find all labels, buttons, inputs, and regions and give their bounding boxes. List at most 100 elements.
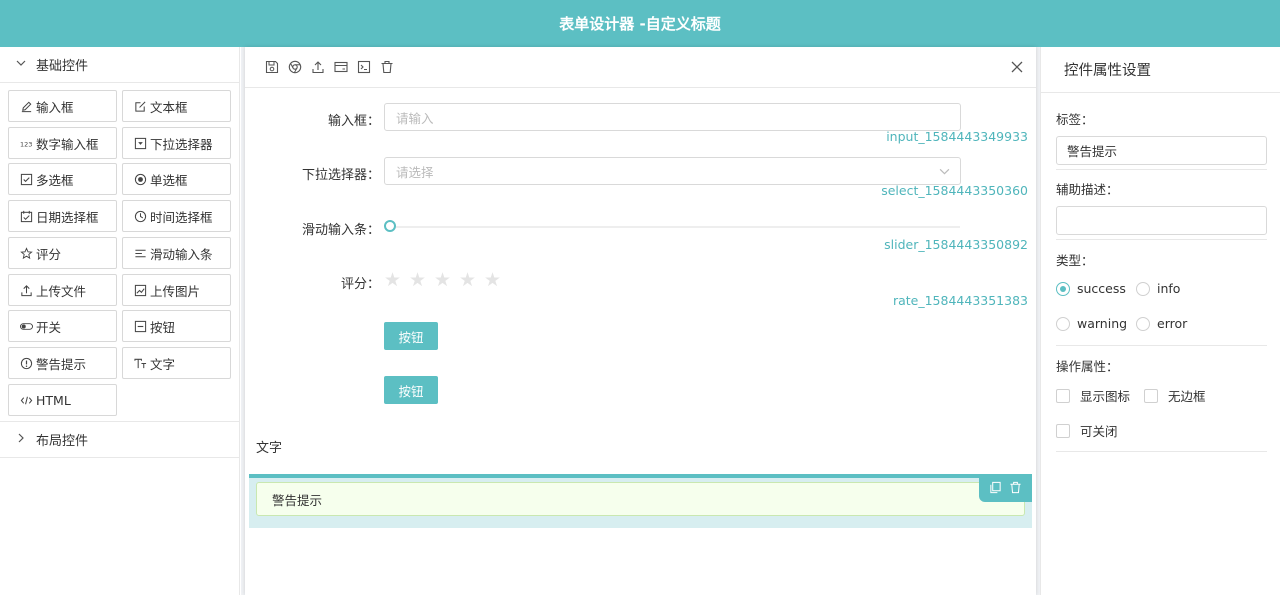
edit-icon <box>19 99 33 113</box>
input-label: 输入框： <box>327 114 380 129</box>
control-button[interactable]: 按钮 <box>122 310 231 342</box>
delete-icon[interactable] <box>1009 481 1022 498</box>
radio[interactable] <box>1136 281 1150 296</box>
radio-checked[interactable] <box>1056 281 1070 296</box>
canvas-toolbar <box>245 47 1036 88</box>
prop-ops-title: 操作属性： <box>1056 359 1119 374</box>
slider-track[interactable] <box>390 226 960 228</box>
prop-desc-title: 辅助描述： <box>1056 182 1119 197</box>
control-textarea[interactable]: 文本框 <box>122 90 231 122</box>
rate-stars[interactable]: ★ ★ ★ ★ ★ <box>384 271 509 290</box>
control-upload-image[interactable]: 上传图片 <box>122 274 231 306</box>
form-text: 文字 <box>256 441 283 456</box>
selected-alert-wrapper[interactable]: 警告提示 <box>249 474 1032 528</box>
code-icon <box>19 393 33 407</box>
checkbox-icon <box>19 172 33 186</box>
control-checkbox[interactable]: 多选框 <box>8 163 117 195</box>
form-button-1[interactable]: 按钮 <box>384 322 438 350</box>
checkbox[interactable] <box>1056 423 1070 438</box>
control-time[interactable]: 时间选择框 <box>122 200 231 232</box>
layout-controls-title: 布局控件 <box>36 434 89 449</box>
ops-check-row-1: 显示图标 无边框 <box>1056 386 1206 405</box>
op-closable[interactable]: 可关闭 <box>1056 421 1118 440</box>
upload-icon <box>19 283 33 297</box>
control-html[interactable]: HTML <box>8 384 117 416</box>
checkbox-label: 可关闭 <box>1080 424 1118 439</box>
credit-card-icon[interactable] <box>334 59 357 75</box>
chrome-icon[interactable] <box>288 59 311 75</box>
type-option-success[interactable]: success <box>1056 281 1136 296</box>
star-icon[interactable]: ★ <box>484 271 509 290</box>
basic-controls-title: 基础控件 <box>36 59 89 74</box>
checkbox[interactable] <box>1056 388 1070 403</box>
control-date[interactable]: 日期选择框 <box>8 200 117 232</box>
form-icon <box>133 99 147 113</box>
radio-label: info <box>1157 281 1181 296</box>
control-label: 多选框 <box>36 172 74 188</box>
star-icon[interactable]: ★ <box>434 271 459 290</box>
op-show-icon[interactable]: 显示图标 <box>1056 386 1144 405</box>
terminal-icon[interactable] <box>357 59 380 75</box>
prop-label-title: 标签： <box>1056 112 1094 127</box>
type-option-error[interactable]: error <box>1136 316 1187 331</box>
basic-controls-header[interactable]: 基础控件 <box>0 47 239 83</box>
control-label: 单选框 <box>150 172 188 188</box>
prop-label-input[interactable]: 警告提示 <box>1056 136 1267 165</box>
upload-icon[interactable] <box>311 59 334 75</box>
layout-controls-header[interactable]: 布局控件 <box>0 422 239 458</box>
form-button-2[interactable]: 按钮 <box>384 376 438 404</box>
control-number[interactable]: 123 数字输入框 <box>8 127 117 159</box>
control-label: 评分 <box>36 246 62 262</box>
delete-icon[interactable] <box>380 59 403 75</box>
close-icon[interactable] <box>1008 58 1026 76</box>
control-input[interactable]: 输入框 <box>8 90 117 122</box>
control-palette: 基础控件 输入框 文本框 123 数字输入框 下拉选择器 多选框 单选框 日期选… <box>0 47 240 595</box>
control-alert[interactable]: 警告提示 <box>8 347 117 379</box>
slider-handle[interactable] <box>384 220 396 232</box>
rate-label: 评分： <box>340 277 380 292</box>
control-upload-file[interactable]: 上传文件 <box>8 274 117 306</box>
control-label: 按钮 <box>150 319 176 335</box>
prop-desc-input[interactable] <box>1056 206 1267 235</box>
radio[interactable] <box>1056 316 1070 331</box>
star-icon[interactable]: ★ <box>459 271 484 290</box>
checkbox-label: 无边框 <box>1168 389 1206 404</box>
divider <box>1056 169 1267 170</box>
control-switch[interactable]: 开关 <box>8 310 117 342</box>
type-option-info[interactable]: info <box>1136 281 1180 296</box>
control-select[interactable]: 下拉选择器 <box>122 127 231 159</box>
form-item-slider: 滑动输入条： slider_1584443350892 <box>245 217 1036 257</box>
properties-panel: 控件属性设置 标签： 警告提示 辅助描述： 类型： success info w… <box>1040 47 1280 595</box>
control-label: 输入框 <box>36 99 74 115</box>
copy-icon[interactable] <box>989 481 1002 498</box>
checkbox[interactable] <box>1144 388 1158 403</box>
input-placeholder: 请输入 <box>396 110 434 126</box>
chevron-down-icon <box>939 165 950 180</box>
control-slider[interactable]: 滑动输入条 <box>122 237 231 269</box>
control-label: 警告提示 <box>36 356 87 372</box>
slider-icon <box>133 246 147 260</box>
control-label: 开关 <box>36 319 62 335</box>
op-no-border[interactable]: 无边框 <box>1144 386 1206 405</box>
control-rate[interactable]: 评分 <box>8 237 117 269</box>
star-icon[interactable]: ★ <box>409 271 434 290</box>
text-icon <box>133 356 147 370</box>
radio[interactable] <box>1136 316 1150 331</box>
save-icon[interactable] <box>265 59 288 75</box>
type-option-warning[interactable]: warning <box>1056 316 1136 331</box>
control-text[interactable]: 文字 <box>122 347 231 379</box>
select-field[interactable]: 请选择 <box>384 157 961 185</box>
select-id: select_1584443350360 <box>881 183 1028 198</box>
minus-square-icon <box>133 319 147 333</box>
control-label: 下拉选择器 <box>150 136 213 152</box>
type-radio-row-2: warning error <box>1056 316 1187 331</box>
slider-label: 滑动输入条： <box>301 223 380 238</box>
type-radio-row-1: success info <box>1056 281 1180 296</box>
control-label: 数字输入框 <box>36 136 99 152</box>
star-icon[interactable]: ★ <box>384 271 409 290</box>
control-radio[interactable]: 单选框 <box>122 163 231 195</box>
radio-label: success <box>1077 281 1126 296</box>
input-field[interactable]: 请输入 <box>384 103 961 131</box>
control-label: 文字 <box>150 356 176 372</box>
alert-box: 警告提示 <box>256 482 1025 516</box>
